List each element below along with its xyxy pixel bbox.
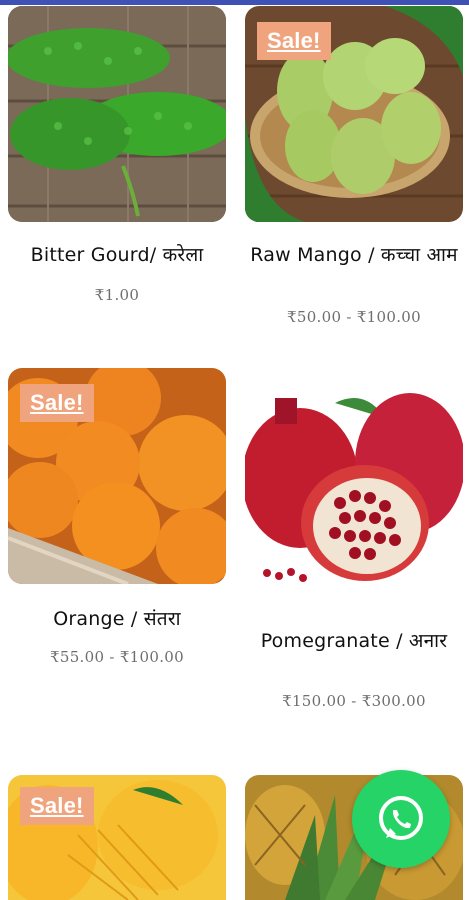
product-title[interactable]: Bitter Gourd/ करेला bbox=[8, 244, 226, 266]
whatsapp-button[interactable] bbox=[352, 770, 450, 868]
product-title[interactable]: Orange / संतरा bbox=[8, 608, 226, 630]
product-image-bitter-gourd[interactable] bbox=[8, 6, 226, 222]
product-price: ₹150.00 - ₹300.00 bbox=[282, 692, 426, 710]
sale-badge: Sale! bbox=[20, 384, 94, 422]
sale-badge: Sale! bbox=[20, 787, 94, 825]
product-price: ₹50.00 - ₹100.00 bbox=[287, 308, 421, 326]
product-title[interactable]: Pomegranate / अनार bbox=[245, 630, 463, 652]
top-status-bar bbox=[0, 0, 469, 5]
product-title[interactable]: Raw Mango / कच्चा आम bbox=[245, 244, 463, 266]
whatsapp-icon bbox=[379, 796, 423, 840]
sale-badge: Sale! bbox=[257, 22, 331, 60]
product-image-pomegranate[interactable] bbox=[245, 368, 463, 584]
product-price: ₹1.00 bbox=[94, 286, 140, 304]
product-price: ₹55.00 - ₹100.00 bbox=[50, 648, 184, 666]
